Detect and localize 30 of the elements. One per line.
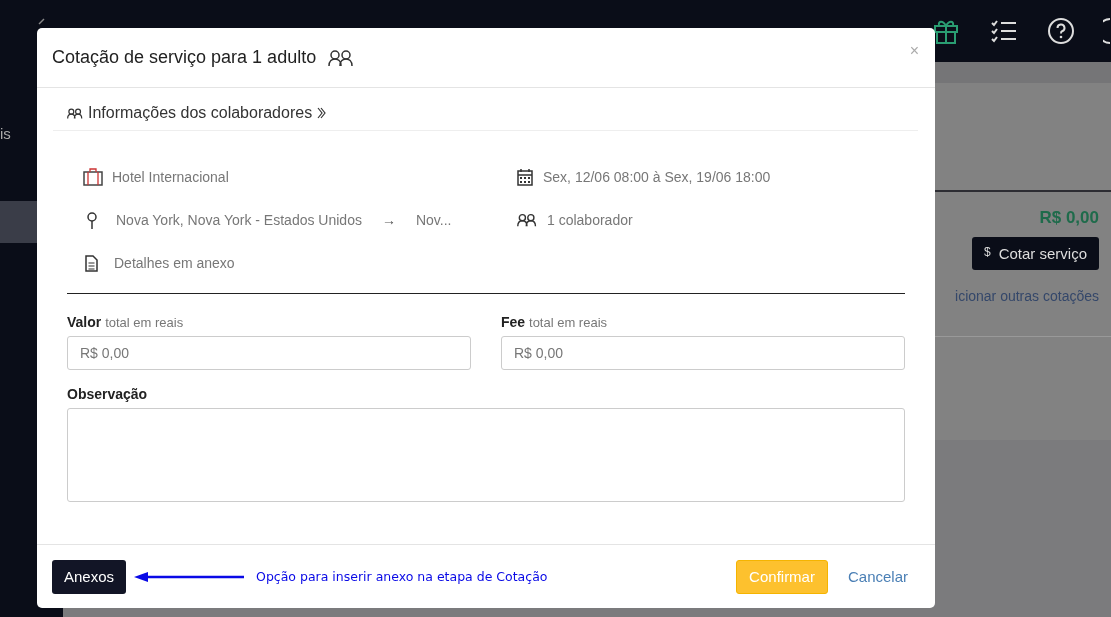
field-label: Observação [67, 386, 149, 402]
document-icon [85, 254, 98, 272]
people-icon [328, 48, 355, 67]
annotation-text: Opção para inserir anexo na etapa de Cotação [256, 569, 548, 584]
field-label: Valor total em reais [67, 314, 185, 330]
detail-text: 1 colaborador [547, 212, 633, 228]
detail-text: Hotel Internacional [112, 169, 229, 185]
suitcase-icon [83, 168, 103, 186]
destination-text: Nov... [415, 212, 452, 228]
cancel-button[interactable]: Cancelar [835, 568, 920, 585]
dialog-title: Cotação de serviço para 1 adulto [52, 47, 317, 68]
calendar-icon [517, 168, 533, 186]
people-icon [517, 213, 537, 227]
detail-text: Detalhes em anexo [114, 255, 235, 271]
quote-button[interactable]: $ Cotar serviço [971, 237, 1099, 270]
observation-field[interactable] [67, 408, 905, 502]
field-label: Fee total em reais [501, 314, 609, 330]
people-icon [67, 107, 83, 119]
input-field[interactable]: R$ 0,00 [67, 336, 471, 370]
route-arrow: → [381, 212, 396, 228]
location-pin-icon [87, 211, 97, 229]
price-value: R$ 0,00 [1039, 208, 1099, 228]
double-chevron-icon [317, 107, 327, 119]
collaborators-section[interactable]: Informações dos colaboradores [53, 88, 918, 131]
help-icon[interactable] [1047, 17, 1075, 45]
detail-text: Sex, 12/06 08:00 à Sex, 19/06 18:00 [543, 169, 771, 185]
section-title: Informações dos colaboradores [88, 104, 313, 122]
input-field[interactable]: R$ 0,00 [501, 336, 905, 370]
attachments-button[interactable]: Anexos [52, 559, 127, 594]
origin-text: Nova York, Nova York - Estados Unidos [116, 212, 362, 228]
